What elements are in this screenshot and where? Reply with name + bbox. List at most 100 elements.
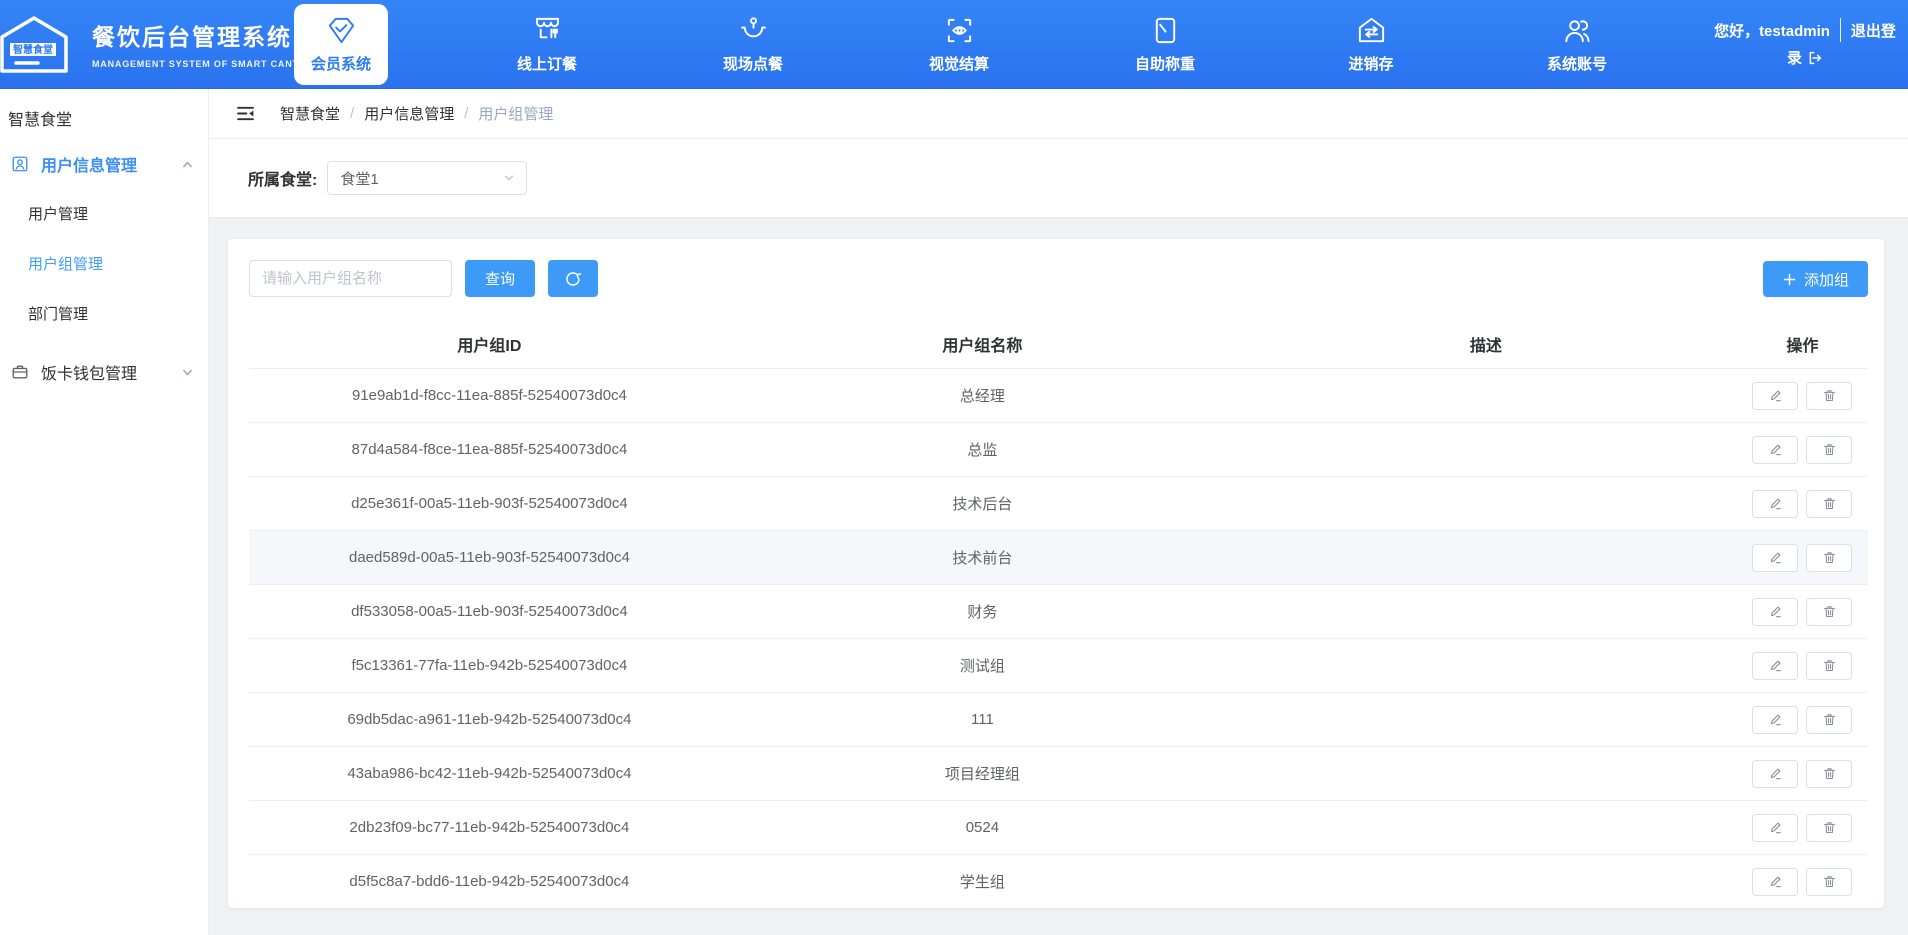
edit-button[interactable] bbox=[1752, 598, 1798, 626]
user-greeting: 您好，testadmin bbox=[1714, 23, 1830, 40]
delete-button[interactable] bbox=[1806, 436, 1852, 464]
sidebar-title: 智慧食堂 bbox=[0, 89, 208, 130]
refresh-icon bbox=[564, 270, 582, 288]
cell-group-id: 91e9ab1d-f8cc-11ea-885f-52540073d0c4 bbox=[249, 387, 730, 404]
sidebar-item-user-group-management[interactable]: 用户组管理 bbox=[0, 238, 208, 288]
canteen-select-value: 食堂1 bbox=[340, 168, 378, 189]
add-group-button[interactable]: 添加组 bbox=[1763, 261, 1868, 297]
canteen-select[interactable]: 食堂1 bbox=[327, 161, 527, 195]
delete-button[interactable] bbox=[1806, 706, 1852, 734]
cell-group-name: 测试组 bbox=[730, 655, 1235, 676]
logout-icon bbox=[1807, 50, 1823, 66]
edit-button[interactable] bbox=[1752, 868, 1798, 896]
edit-button[interactable] bbox=[1752, 652, 1798, 680]
sidebar-item-meal-card-wallet-management[interactable]: 饭卡钱包管理 bbox=[0, 348, 208, 396]
delete-button[interactable] bbox=[1806, 868, 1852, 896]
filter-bar: 所属食堂: 食堂1 bbox=[209, 139, 1908, 218]
svg-text:智慧食堂: 智慧食堂 bbox=[13, 43, 53, 56]
canteen-filter-label: 所属食堂: bbox=[248, 166, 317, 190]
breadcrumb-user-info-management[interactable]: 用户信息管理 bbox=[364, 103, 454, 124]
table-row: df533058-00a5-11eb-903f-52540073d0c4 财务 bbox=[249, 584, 1868, 638]
tab-online-ordering[interactable]: 线上订餐 bbox=[500, 0, 594, 89]
table-header-row: 用户组ID 用户组名称 描述 操作 bbox=[249, 320, 1868, 368]
sidebar-fold-icon[interactable] bbox=[235, 103, 256, 124]
breadcrumb-current-page: 用户组管理 bbox=[478, 103, 553, 124]
tab-member-system[interactable]: 会员系统 bbox=[294, 4, 388, 85]
sidebar-item-department-management[interactable]: 部门管理 bbox=[0, 288, 208, 338]
user-card-icon bbox=[11, 155, 29, 173]
tab-self-weighing[interactable]: 自助称重 bbox=[1118, 0, 1212, 89]
table-row: daed589d-00a5-11eb-903f-52540073d0c4 技术前… bbox=[249, 530, 1868, 584]
table-row: 2db23f09-bc77-11eb-942b-52540073d0c4 052… bbox=[249, 800, 1868, 854]
column-header-group-name: 用户组名称 bbox=[730, 332, 1235, 356]
user-group-table: 用户组ID 用户组名称 描述 操作 91e9ab1d-f8cc-11ea-885… bbox=[249, 320, 1868, 908]
app-subtitle: MANAGEMENT SYSTEM OF SMART CANTEEN bbox=[92, 59, 320, 69]
delete-button[interactable] bbox=[1806, 652, 1852, 680]
cell-actions bbox=[1737, 382, 1868, 410]
delete-button[interactable] bbox=[1806, 814, 1852, 842]
cell-actions bbox=[1737, 544, 1868, 572]
cell-group-name: 项目经理组 bbox=[730, 763, 1235, 784]
header-divider bbox=[1840, 18, 1841, 42]
cell-group-id: 69db5dac-a961-11eb-942b-52540073d0c4 bbox=[249, 711, 730, 728]
brand-block: 餐饮后台管理系统 MANAGEMENT SYSTEM OF SMART CANT… bbox=[92, 18, 320, 69]
app-logo-icon: 智慧食堂 bbox=[0, 11, 74, 77]
cell-group-name: 111 bbox=[730, 711, 1235, 728]
scale-gauge-icon bbox=[1150, 15, 1181, 46]
tab-inventory[interactable]: 进销存 bbox=[1324, 0, 1418, 89]
storefront-icon bbox=[532, 15, 563, 46]
sidebar-item-user-info-management[interactable]: 用户信息管理 bbox=[0, 140, 208, 188]
delete-button[interactable] bbox=[1806, 760, 1852, 788]
inventory-house-arrows-icon bbox=[1356, 15, 1387, 46]
cell-group-name: 0524 bbox=[730, 819, 1235, 836]
edit-button[interactable] bbox=[1752, 760, 1798, 788]
edit-button[interactable] bbox=[1752, 490, 1798, 518]
edit-button[interactable] bbox=[1752, 706, 1798, 734]
cell-actions bbox=[1737, 652, 1868, 680]
table-row: 91e9ab1d-f8cc-11ea-885f-52540073d0c4 总经理 bbox=[249, 368, 1868, 422]
cell-group-name: 技术前台 bbox=[730, 547, 1235, 568]
cell-group-id: 43aba986-bc42-11eb-942b-52540073d0c4 bbox=[249, 765, 730, 782]
cell-actions bbox=[1737, 760, 1868, 788]
cell-group-name: 总监 bbox=[730, 439, 1235, 460]
tab-onsite-ordering[interactable]: 现场点餐 bbox=[706, 0, 800, 89]
delete-button[interactable] bbox=[1806, 382, 1852, 410]
table-row: d25e361f-00a5-11eb-903f-52540073d0c4 技术后… bbox=[249, 476, 1868, 530]
chevron-up-icon bbox=[181, 158, 194, 171]
cell-actions bbox=[1737, 436, 1868, 464]
plus-icon bbox=[1782, 272, 1797, 287]
user-group-card: 查询 添加组 用户组ID 用户组名称 描述 操作 bbox=[228, 239, 1884, 908]
breadcrumb: 智慧食堂 / 用户信息管理 / 用户组管理 bbox=[280, 103, 553, 124]
column-header-group-id: 用户组ID bbox=[249, 332, 730, 356]
sidebar-item-user-management[interactable]: 用户管理 bbox=[0, 188, 208, 238]
refresh-button[interactable] bbox=[548, 260, 598, 297]
delete-button[interactable] bbox=[1806, 490, 1852, 518]
select-chevron-down-icon bbox=[502, 171, 516, 185]
edit-button[interactable] bbox=[1752, 436, 1798, 464]
delete-button[interactable] bbox=[1806, 544, 1852, 572]
table-body: 91e9ab1d-f8cc-11ea-885f-52540073d0c4 总经理 bbox=[249, 368, 1868, 908]
table-row: f5c13361-77fa-11eb-942b-52540073d0c4 测试组 bbox=[249, 638, 1868, 692]
breadcrumb-home[interactable]: 智慧食堂 bbox=[280, 103, 340, 124]
tab-system-accounts[interactable]: 系统账号 bbox=[1530, 0, 1624, 89]
edit-button[interactable] bbox=[1752, 814, 1798, 842]
group-name-search-input[interactable] bbox=[249, 260, 452, 297]
cell-group-name: 技术后台 bbox=[730, 493, 1235, 514]
table-row: d5f5c8a7-bdd6-11eb-942b-52540073d0c4 学生组 bbox=[249, 854, 1868, 908]
card-toolbar: 查询 添加组 bbox=[249, 260, 1868, 297]
edit-button[interactable] bbox=[1752, 544, 1798, 572]
vision-scan-eye-icon bbox=[944, 15, 975, 46]
delete-button[interactable] bbox=[1806, 598, 1852, 626]
table-row: 43aba986-bc42-11eb-942b-52540073d0c4 项目经… bbox=[249, 746, 1868, 800]
cell-group-name: 学生组 bbox=[730, 871, 1235, 892]
edit-button[interactable] bbox=[1752, 382, 1798, 410]
table-row: 69db5dac-a961-11eb-942b-52540073d0c4 111 bbox=[249, 692, 1868, 746]
membership-gem-icon bbox=[326, 15, 357, 46]
sidebar: 智慧食堂 用户信息管理 用户管理 用户组管理 部门管理 饭卡钱包管理 bbox=[0, 89, 209, 935]
app-title: 餐饮后台管理系统 bbox=[92, 18, 320, 52]
query-button[interactable]: 查询 bbox=[465, 260, 535, 297]
tab-vision-checkout[interactable]: 视觉结算 bbox=[912, 0, 1006, 89]
cell-actions bbox=[1737, 598, 1868, 626]
cell-group-id: d25e361f-00a5-11eb-903f-52540073d0c4 bbox=[249, 495, 730, 512]
table-row: 87d4a584-f8ce-11ea-885f-52540073d0c4 总监 bbox=[249, 422, 1868, 476]
